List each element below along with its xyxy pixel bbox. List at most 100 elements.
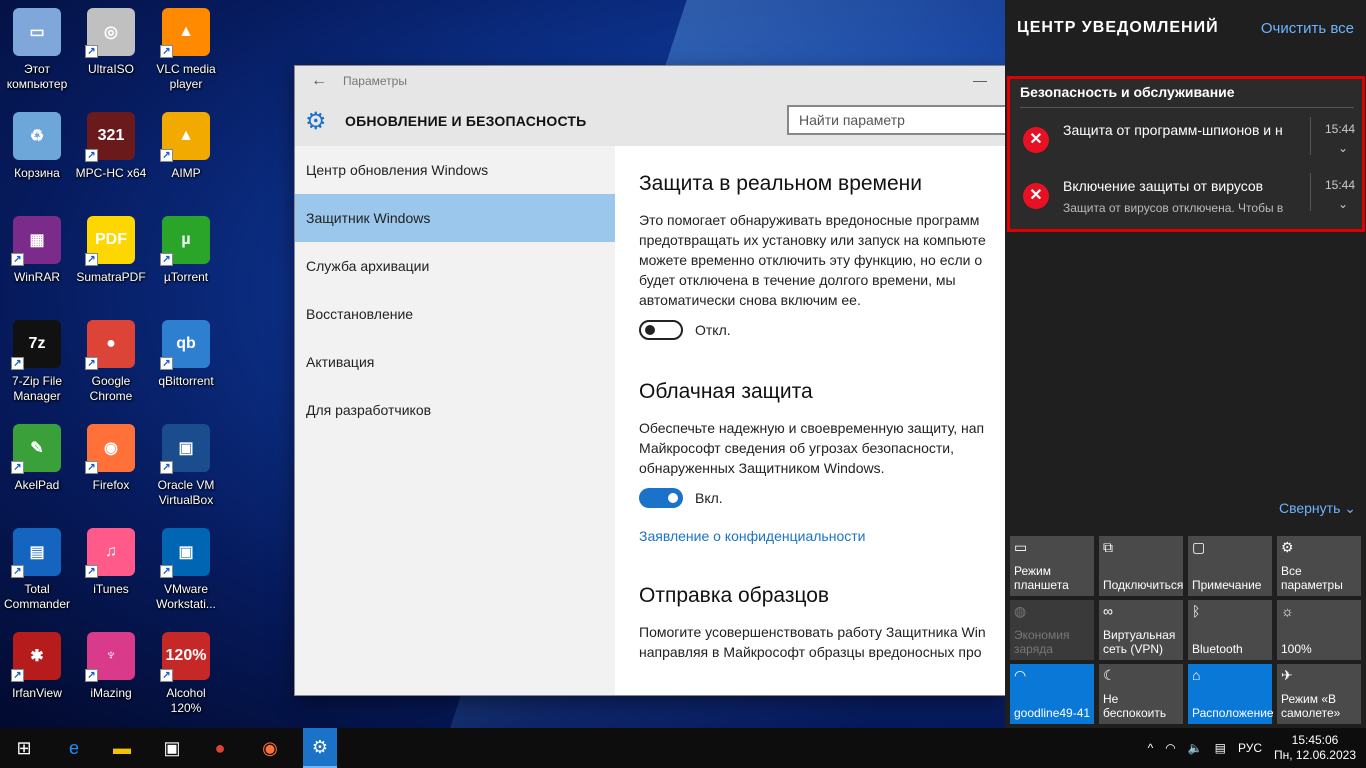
desktop-icon[interactable]: 120% ↗ Alcohol 120%: [149, 632, 223, 728]
clock[interactable]: 15:45:06 Пн, 12.06.2023: [1274, 733, 1356, 763]
desktop-icon-label: Этот компьютер: [6, 62, 68, 91]
settings-sidebar: Центр обновления Windows Защитник Window…: [295, 146, 615, 695]
privacy-link[interactable]: Заявление о конфиденциальности: [639, 528, 1005, 544]
chrome-icon[interactable]: ●: [196, 728, 244, 768]
language-indicator[interactable]: РУС: [1238, 741, 1262, 755]
notification-title: Включение защиты от вирусов: [1063, 178, 1264, 194]
desktop-icon[interactable]: ● ↗ Google Chrome: [74, 320, 148, 416]
quick-action-tile[interactable]: ▢ Примечание: [1188, 536, 1272, 596]
quick-action-tile[interactable]: ᛒ Bluetooth: [1188, 600, 1272, 660]
winrar-icon: ▦ ↗: [11, 216, 61, 266]
quick-action-tile[interactable]: ✈ Режим «В самолете»: [1277, 664, 1361, 724]
settings-icon: ⚙: [1281, 539, 1294, 555]
quick-action-tile[interactable]: ▭ Режим планшета: [1010, 536, 1094, 596]
shortcut-arrow-icon: ↗: [11, 357, 24, 370]
notification-item[interactable]: ✕ Защита от программ-шпионов и н 15:44 ⌄: [1010, 117, 1362, 171]
cloud-toggle[interactable]: [639, 488, 683, 508]
desktop-icon-label: AkelPad: [14, 478, 60, 492]
quick-action-label: Режим «В самолете»: [1281, 692, 1341, 720]
desktop-icon[interactable]: ✎ ↗ AkelPad: [0, 424, 74, 520]
clear-all-link[interactable]: Очистить все: [1261, 20, 1354, 37]
quick-action-tile[interactable]: ⌂ Расположение: [1188, 664, 1274, 724]
desktop-icon[interactable]: ♆ ↗ iMazing: [74, 632, 148, 728]
desktop-icon[interactable]: ◉ ↗ Firefox: [74, 424, 148, 520]
battery-saver-icon: ◍: [1014, 603, 1027, 619]
network-icon[interactable]: ◠: [1165, 741, 1175, 755]
desktop-icon-label: MPC-HC x64: [75, 166, 147, 180]
aimp-icon: ▲ ↗: [160, 112, 210, 162]
desktop-icon[interactable]: ▦ ↗ WinRAR: [0, 216, 74, 312]
sidebar-item-windows-defender[interactable]: Защитник Windows: [295, 194, 615, 242]
chrome-icon: ● ↗: [85, 320, 135, 370]
back-arrow-icon[interactable]: ←: [295, 72, 343, 90]
quick-action-tile[interactable]: ☼ 100%: [1277, 600, 1361, 660]
virtualbox-icon: ▣ ↗: [160, 424, 210, 474]
quick-action-tile[interactable]: ◍ Экономия заряда: [1010, 600, 1094, 660]
desktop-icon[interactable]: ▤ ↗ Total Commander: [0, 528, 74, 624]
desktop-icon[interactable]: ◎ ↗ UltraISO: [74, 8, 148, 104]
quick-action-tile[interactable]: ⚙ Все параметры: [1277, 536, 1361, 596]
start-icon[interactable]: ⊞: [0, 728, 48, 768]
realtime-toggle[interactable]: [639, 320, 683, 340]
bluetooth-icon: ᛒ: [1192, 603, 1201, 619]
realtime-toggle-label: Откл.: [695, 322, 731, 338]
realtime-description: Это помогает обнаруживать вредоносные пр…: [639, 212, 986, 308]
settings-icon[interactable]: ⚙: [303, 728, 337, 768]
realtime-toggle-row: Откл.: [639, 320, 1005, 340]
notification-time: 15:44: [1325, 178, 1356, 192]
firefox-icon[interactable]: ◉: [246, 728, 294, 768]
desktop-icon[interactable]: PDF ↗ SumatraPDF: [74, 216, 148, 312]
chevron-down-icon[interactable]: ⌄: [1338, 197, 1348, 211]
desktop-icon[interactable]: ▭ Этот компьютер: [0, 8, 74, 104]
moon-icon: ☾: [1103, 667, 1116, 683]
desktop-icon[interactable]: 321 ↗ MPC-HC x64: [74, 112, 148, 208]
chevron-down-icon[interactable]: ⌄: [1338, 141, 1348, 155]
edge-icon[interactable]: e: [50, 728, 98, 768]
store-icon[interactable]: ▣: [148, 728, 196, 768]
quick-action-tile[interactable]: ∞ Виртуальная сеть (VPN): [1099, 600, 1183, 660]
error-icon: ✕: [1023, 183, 1049, 209]
file-explorer-icon[interactable]: ▬: [98, 728, 146, 768]
quick-action-label: Подключиться: [1103, 578, 1184, 592]
desktop-icon[interactable]: ▲ ↗ AIMP: [149, 112, 223, 208]
minimize-button[interactable]: —: [965, 72, 995, 88]
desktop-icon[interactable]: µ ↗ µTorrent: [149, 216, 223, 312]
notification-item[interactable]: ✕ Включение защиты от вирусов Защита от …: [1010, 173, 1362, 227]
sidebar-item-recovery[interactable]: Восстановление: [295, 290, 615, 338]
page-title: ОБНОВЛЕНИЕ И БЕЗОПАСНОСТЬ: [345, 113, 587, 129]
volume-icon[interactable]: 🔈: [1188, 741, 1203, 755]
cloud-description: Обеспечьте надежную и своевременную защи…: [639, 420, 985, 476]
sidebar-item-activation[interactable]: Активация: [295, 338, 615, 386]
search-input[interactable]: Найти параметр: [787, 105, 1005, 135]
desktop-icon[interactable]: ▣ ↗ VMware Workstati...: [149, 528, 223, 624]
note-icon: ▢: [1192, 539, 1206, 555]
collapse-label: Свернуть: [1278, 500, 1341, 516]
settings-titlebar: ← Параметры —: [295, 66, 1005, 96]
action-center-icon[interactable]: ▤: [1215, 741, 1226, 755]
desktop-icon-label: WinRAR: [13, 270, 60, 284]
desktop-icon[interactable]: ♫ ↗ iTunes: [74, 528, 148, 624]
desktop-icon[interactable]: ♻ Корзина: [0, 112, 74, 208]
sidebar-item-windows-update[interactable]: Центр обновления Windows: [295, 146, 615, 194]
desktop-icon-label: IrfanView: [12, 686, 62, 700]
vpn-icon: ∞: [1103, 603, 1113, 619]
divider: [1020, 107, 1354, 108]
quick-action-tile[interactable]: ⧉ Подключиться: [1099, 536, 1183, 596]
quick-action-label: Расположение: [1192, 706, 1274, 720]
desktop-icon-label: Корзина: [14, 166, 60, 180]
collapse-link[interactable]: Свернуть ⌄: [1279, 500, 1356, 517]
desktop-icon-label: Google Chrome: [89, 374, 133, 403]
quick-action-label: Экономия заряда: [1014, 628, 1070, 656]
desktop-icon[interactable]: ▲ ↗ VLC media player: [149, 8, 223, 104]
desktop-icon[interactable]: 7z ↗ 7-Zip File Manager: [0, 320, 74, 416]
quick-action-tile[interactable]: ◠ goodline49-41: [1010, 664, 1094, 724]
sidebar-item-developers[interactable]: Для разработчиков: [295, 386, 615, 434]
desktop-icon[interactable]: ✱ ↗ IrfanView: [0, 632, 74, 728]
tray-chevron-icon[interactable]: ^: [1148, 741, 1154, 755]
sidebar-item-backup[interactable]: Служба архивации: [295, 242, 615, 290]
cloud-toggle-label: Вкл.: [695, 490, 723, 506]
quick-action-tile[interactable]: ☾ Не беспокоить: [1099, 664, 1183, 724]
desktop-icon-label: Alcohol 120%: [166, 686, 206, 715]
desktop-icon[interactable]: ▣ ↗ Oracle VM VirtualBox: [149, 424, 223, 520]
desktop-icon[interactable]: qb ↗ qBittorrent: [149, 320, 223, 416]
